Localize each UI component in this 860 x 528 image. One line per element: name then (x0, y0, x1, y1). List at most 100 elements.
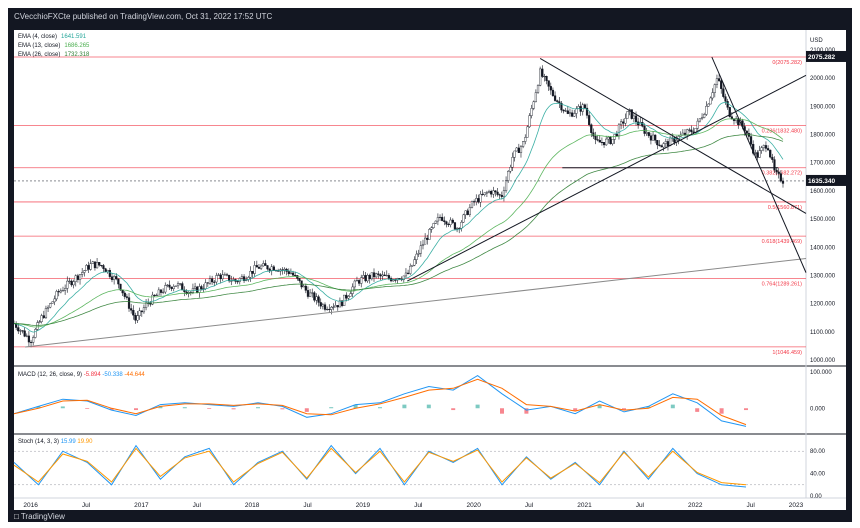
candle-body (168, 284, 171, 288)
candle-body (257, 266, 261, 269)
macd-histogram-bar (744, 408, 748, 411)
candle-body (381, 274, 384, 277)
candle-body (117, 278, 120, 285)
chart-svg: 0(2075.282)0.236(1832.480)0.382(1682.272… (12, 30, 846, 509)
candle-body (526, 126, 529, 138)
candle-body (536, 85, 540, 93)
candle-body (215, 275, 218, 283)
candle-body (490, 191, 493, 195)
candle-body (588, 115, 591, 125)
candle-body (132, 310, 135, 316)
candle-body (108, 270, 111, 277)
candle-body (779, 173, 782, 182)
candle-body (607, 136, 610, 140)
x-tick-label: 2016 (23, 502, 38, 509)
candle-body (355, 280, 359, 282)
candle-body (72, 281, 75, 286)
candle-body (632, 115, 635, 119)
candle-body (724, 96, 727, 102)
candle-body (664, 141, 667, 144)
candle-body (432, 223, 435, 228)
candle-body (509, 167, 512, 172)
x-tick-label: Jul (636, 502, 645, 509)
candle-body (475, 198, 478, 203)
macd-histogram-bar (60, 406, 65, 409)
candle-body (634, 115, 638, 122)
x-tick-label: 2021 (577, 502, 592, 509)
candle-body (38, 321, 41, 323)
macd-histogram-bar (500, 408, 504, 414)
candle-body (696, 120, 699, 129)
candle-body (771, 156, 774, 160)
candle-body (253, 265, 256, 274)
candle-body (32, 337, 35, 343)
candle-body (460, 221, 463, 229)
candle-body (715, 78, 719, 85)
macd-histogram-bar (719, 408, 724, 414)
candle-body (511, 157, 514, 168)
candle-body (690, 129, 693, 133)
candle-body (57, 291, 60, 293)
macd-macd-line (13, 374, 747, 427)
candle-body (140, 310, 143, 313)
candle-body (345, 294, 348, 299)
candle-body (362, 275, 365, 278)
candle-body (89, 263, 92, 270)
candle-body (55, 291, 58, 300)
candle-body (68, 280, 71, 282)
candle-body (76, 275, 80, 280)
y-tick-label: 1700.000 (810, 161, 836, 167)
candle-body (196, 286, 199, 293)
candle-body (283, 268, 286, 271)
ema-13-line (13, 118, 784, 328)
candle-body (528, 115, 531, 128)
candle-body (458, 228, 461, 230)
candle-body (775, 169, 778, 173)
candle-body (764, 145, 768, 149)
candle-body (758, 150, 761, 158)
candle-body (409, 265, 412, 274)
candle-body (338, 300, 342, 308)
candle-body (515, 147, 518, 152)
candle-body (100, 265, 103, 267)
macd-histogram-bar (475, 404, 480, 409)
candle-body (519, 146, 523, 153)
candle-body (204, 282, 207, 289)
candle-body (492, 190, 495, 195)
candle-body (332, 306, 335, 308)
candle-body (436, 217, 440, 222)
candle-body (211, 278, 214, 283)
candle-body (419, 245, 422, 254)
candle-body (353, 280, 356, 288)
candle-body (688, 129, 691, 131)
candle-body (549, 86, 552, 91)
candle-body (496, 191, 499, 195)
candle-body (609, 136, 612, 145)
fib-label: 0(2075.282) (772, 60, 802, 66)
axis-layer: 2100.0002000.0001900.0001800.0001700.000… (14, 38, 846, 509)
candle-body (777, 171, 780, 174)
candle-body (270, 266, 273, 271)
candle-body (703, 114, 706, 118)
macd-y-tick: 100.000 (810, 370, 832, 376)
candle-body (470, 201, 474, 208)
stoch-y-tick: 40.00 (810, 472, 826, 478)
candle-body (170, 286, 173, 289)
candle-body (119, 283, 122, 291)
candle-body (417, 252, 420, 255)
candle-body (647, 132, 650, 136)
candle-body (46, 306, 50, 309)
candle-body (754, 152, 757, 154)
candle-body (144, 302, 148, 308)
candle-body (366, 275, 369, 282)
candle-body (251, 270, 254, 274)
x-tick-label: 2018 (245, 502, 260, 509)
candle-body (428, 229, 431, 240)
candle-body (262, 263, 265, 267)
candle-body (321, 304, 324, 307)
candle-body (221, 274, 224, 280)
candle-body (268, 268, 271, 271)
x-tick-label: Jul (303, 502, 312, 509)
macd-histogram-bar (256, 407, 260, 409)
candle-body (660, 145, 663, 148)
